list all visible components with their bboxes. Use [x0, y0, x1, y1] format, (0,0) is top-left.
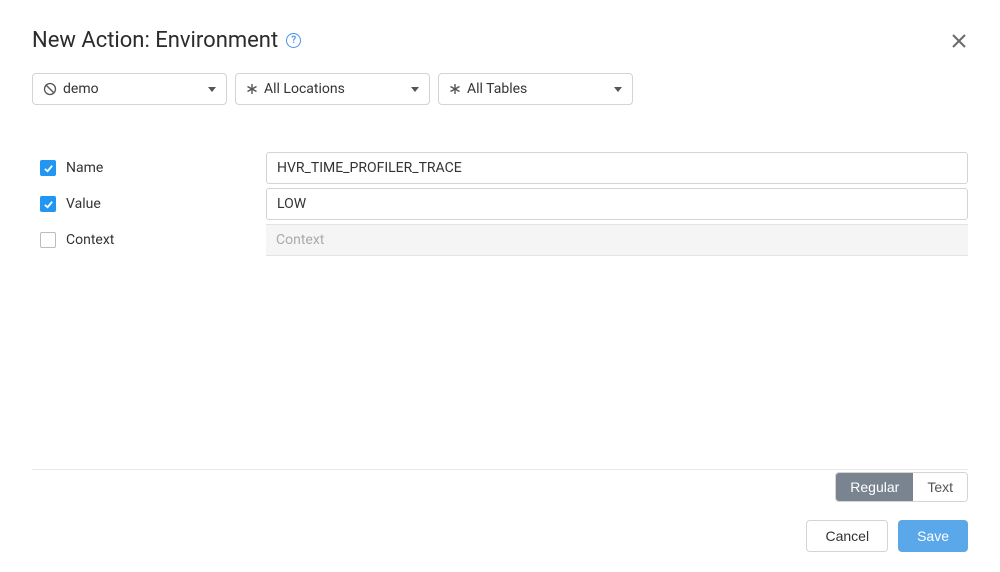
- value-label: Value: [66, 196, 101, 212]
- context-label: Context: [66, 232, 114, 248]
- asterisk-icon: [246, 83, 258, 95]
- asterisk-icon: [449, 83, 461, 95]
- checkbox-wrap-name: Name: [40, 160, 266, 176]
- form-row-context: Context: [40, 223, 968, 257]
- toggle-text[interactable]: Text: [913, 473, 967, 501]
- value-input[interactable]: [266, 188, 968, 220]
- form-body: Name Value Context: [32, 151, 968, 257]
- filter-bar: demo All Locations All Tables: [32, 73, 968, 105]
- tables-dropdown-label: All Tables: [467, 81, 527, 97]
- value-checkbox[interactable]: [40, 196, 56, 212]
- help-icon[interactable]: ?: [286, 33, 301, 48]
- channel-dropdown[interactable]: demo: [32, 73, 227, 105]
- tables-dropdown[interactable]: All Tables: [438, 73, 633, 105]
- footer-divider: [32, 469, 968, 470]
- save-button[interactable]: Save: [898, 520, 968, 552]
- toggle-regular[interactable]: Regular: [836, 473, 913, 501]
- dialog-title: New Action: Environment: [32, 28, 278, 53]
- chevron-down-icon: [208, 87, 216, 92]
- name-checkbox[interactable]: [40, 160, 56, 176]
- dialog-header: New Action: Environment ?: [32, 28, 968, 53]
- view-toggle: Regular Text: [835, 472, 968, 502]
- checkbox-wrap-context: Context: [40, 232, 266, 248]
- channel-dropdown-label: demo: [63, 81, 99, 97]
- locations-dropdown-label: All Locations: [264, 81, 345, 97]
- action-row: Cancel Save: [32, 520, 968, 552]
- chevron-down-icon: [614, 87, 622, 92]
- locations-dropdown[interactable]: All Locations: [235, 73, 430, 105]
- chevron-down-icon: [411, 87, 419, 92]
- context-input: [266, 224, 968, 256]
- cancel-button[interactable]: Cancel: [806, 520, 888, 552]
- form-row-name: Name: [40, 151, 968, 185]
- name-label: Name: [66, 160, 103, 176]
- name-input[interactable]: [266, 152, 968, 184]
- channel-icon: [43, 82, 57, 96]
- form-row-value: Value: [40, 187, 968, 221]
- context-checkbox[interactable]: [40, 232, 56, 248]
- dialog-footer: Regular Text Cancel Save: [32, 469, 968, 552]
- close-icon[interactable]: [950, 32, 968, 50]
- title-wrap: New Action: Environment ?: [32, 28, 301, 53]
- checkbox-wrap-value: Value: [40, 196, 266, 212]
